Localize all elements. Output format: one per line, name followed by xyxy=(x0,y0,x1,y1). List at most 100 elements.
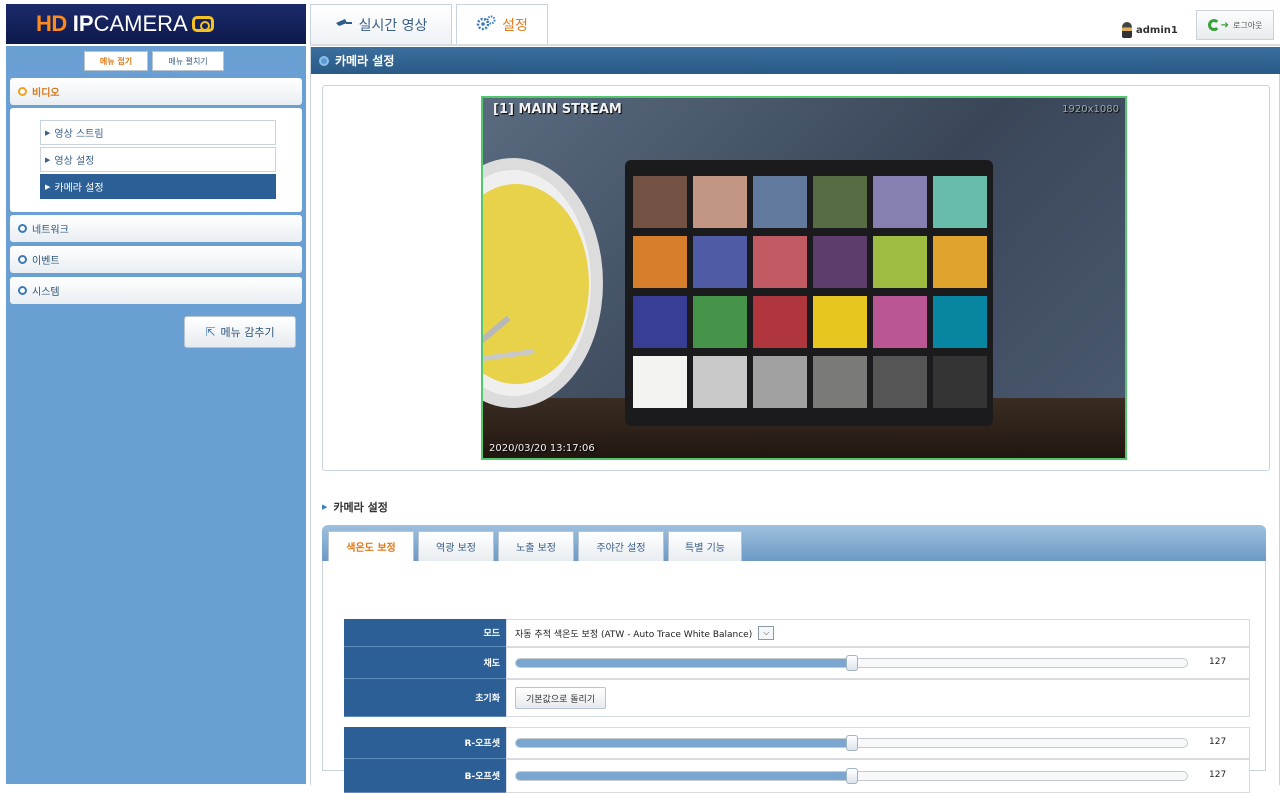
logo-hd: HD xyxy=(36,11,67,36)
saturation-row: 127 xyxy=(506,647,1250,679)
video-preview[interactable]: [1] MAIN STREAM 1920x1080 2020/03/20 13:… xyxy=(481,96,1127,460)
header-bullet-icon xyxy=(319,55,329,66)
color-swatch xyxy=(873,176,927,228)
triangle-right-icon: ▶ xyxy=(45,155,51,164)
color-swatch xyxy=(813,296,867,348)
sidebar-item-video-settings[interactable]: ▶ 영상 설정 xyxy=(40,147,276,172)
reset-row: 기본값으로 돌리기 xyxy=(506,679,1250,717)
r-offset-value: 127 xyxy=(1209,737,1227,747)
collapse-menu-button[interactable]: 메뉴 접기 xyxy=(84,51,148,71)
triangle-right-icon: ▶ xyxy=(45,182,51,191)
color-swatch xyxy=(933,356,987,408)
mode-select-value: 자동 추적 색온도 보정 (ATW - Auto Trace White Bal… xyxy=(515,629,753,640)
color-swatch xyxy=(753,176,807,228)
tab-backlight[interactable]: 역광 보정 xyxy=(418,531,494,561)
chevron-down-icon: ⌵ xyxy=(758,626,775,640)
color-checker-chart xyxy=(625,160,993,426)
sidebar-item-label: 카메라 설정 xyxy=(54,183,104,194)
tab-exposure[interactable]: 노출 보정 xyxy=(498,531,574,561)
user-icon xyxy=(1122,22,1132,38)
sidebar-item-label: 영상 설정 xyxy=(54,156,95,167)
logo-camera: CAMERA xyxy=(93,11,188,36)
bullet-icon xyxy=(18,255,27,264)
gear-icon xyxy=(476,15,496,35)
color-swatch xyxy=(693,356,747,408)
sidebar-category-label: 비디오 xyxy=(32,88,60,99)
color-swatch xyxy=(873,236,927,288)
osd-timestamp: 2020/03/20 13:17:06 xyxy=(489,443,595,454)
logo-ip: IP xyxy=(72,11,94,36)
hide-menu-icon: ⇱ xyxy=(205,325,216,339)
section-title: ▶ 카메라 설정 xyxy=(322,499,388,515)
sidebar-category-network[interactable]: 네트워크 xyxy=(10,215,302,242)
color-swatch xyxy=(693,176,747,228)
user-name: admin1 xyxy=(1136,24,1178,36)
slider-fill xyxy=(516,659,852,667)
expand-menu-button[interactable]: 메뉴 펼치기 xyxy=(152,51,224,71)
tab-day-night[interactable]: 주야간 설정 xyxy=(578,531,664,561)
b-offset-slider-handle[interactable] xyxy=(845,768,858,784)
hide-menu-button[interactable]: ⇱ 메뉴 감추기 xyxy=(184,316,296,348)
color-swatch xyxy=(933,296,987,348)
logout-button[interactable]: ➜ 로그아웃 xyxy=(1196,10,1274,40)
logo-camera-icon xyxy=(191,16,214,32)
sidebar-category-event[interactable]: 이벤트 xyxy=(10,246,302,273)
color-swatch xyxy=(633,236,687,288)
tab-live-view-label: 실시간 영상 xyxy=(358,17,428,34)
bullet-icon xyxy=(18,224,27,233)
page-header: 카메라 설정 xyxy=(311,47,1280,74)
settings-tab-bar: 색온도 보정 역광 보정 노출 보정 주야간 설정 특별 기능 xyxy=(322,525,1266,561)
tab-settings-label: 설정 xyxy=(502,17,528,34)
sidebar-item-camera-settings[interactable]: ▶ 카메라 설정 xyxy=(40,174,276,199)
mode-row: 자동 추적 색온도 보정 (ATW - Auto Trace White Bal… xyxy=(506,619,1250,647)
sidebar-toggle-buttons: 메뉴 접기 메뉴 펼치기 xyxy=(84,51,224,71)
mode-select[interactable]: 자동 추적 색온도 보정 (ATW - Auto Trace White Bal… xyxy=(515,626,775,640)
page-title: 카메라 설정 xyxy=(335,54,395,68)
color-swatch xyxy=(813,356,867,408)
saturation-label: 채도 xyxy=(344,647,506,679)
color-swatch xyxy=(633,176,687,228)
slider-fill xyxy=(516,772,852,780)
sidebar-category-label: 이벤트 xyxy=(32,256,60,267)
sidebar: 메뉴 접기 메뉴 펼치기 비디오 ▶ 영상 스트림 ▶ 영상 설정 ▶ 카메라 … xyxy=(6,46,306,784)
bullet-icon xyxy=(18,87,27,96)
tab-white-balance[interactable]: 색온도 보정 xyxy=(328,531,414,561)
slider-fill xyxy=(516,739,852,747)
sidebar-category-video[interactable]: 비디오 xyxy=(10,78,302,105)
user-info: admin1 xyxy=(1122,22,1178,38)
reset-default-button[interactable]: 기본값으로 돌리기 xyxy=(515,687,607,709)
tab-settings[interactable]: 설정 xyxy=(456,4,548,44)
sidebar-item-video-stream[interactable]: ▶ 영상 스트림 xyxy=(40,120,276,145)
camera-icon xyxy=(335,17,353,33)
settings-panel: 모드 자동 추적 색온도 보정 (ATW - Auto Trace White … xyxy=(322,561,1266,793)
sidebar-category-label: 네트워크 xyxy=(32,225,69,236)
color-swatch xyxy=(693,296,747,348)
mode-label: 모드 xyxy=(344,619,506,647)
hide-menu-label: 메뉴 감추기 xyxy=(220,326,275,339)
logout-icon xyxy=(1207,19,1220,31)
top-divider xyxy=(310,44,1280,46)
r-offset-slider-handle[interactable] xyxy=(845,735,858,751)
tab-special[interactable]: 특별 기능 xyxy=(668,531,742,561)
logout-label: 로그아웃 xyxy=(1232,20,1263,30)
reset-label: 초기화 xyxy=(344,679,506,717)
color-swatch xyxy=(933,236,987,288)
color-swatch xyxy=(813,236,867,288)
sidebar-category-system[interactable]: 시스템 xyxy=(10,277,302,304)
tab-live-view[interactable]: 실시간 영상 xyxy=(310,4,452,44)
color-swatch xyxy=(873,296,927,348)
r-offset-label: R-오프셋 xyxy=(344,727,506,759)
color-swatch xyxy=(753,236,807,288)
sidebar-category-label: 시스템 xyxy=(32,287,60,298)
color-swatch xyxy=(633,356,687,408)
sidebar-item-label: 영상 스트림 xyxy=(54,129,104,140)
triangle-right-icon: ▶ xyxy=(45,128,51,137)
saturation-value: 127 xyxy=(1209,657,1227,667)
video-submenu: ▶ 영상 스트림 ▶ 영상 설정 ▶ 카메라 설정 xyxy=(10,108,302,212)
b-offset-row: 127 xyxy=(506,759,1250,793)
saturation-slider-handle[interactable] xyxy=(845,655,858,671)
triangle-right-icon: ▶ xyxy=(322,503,328,511)
brand-logo: HD IP CAMERA xyxy=(6,4,306,44)
r-offset-row: 127 xyxy=(506,727,1250,759)
color-swatch xyxy=(873,356,927,408)
